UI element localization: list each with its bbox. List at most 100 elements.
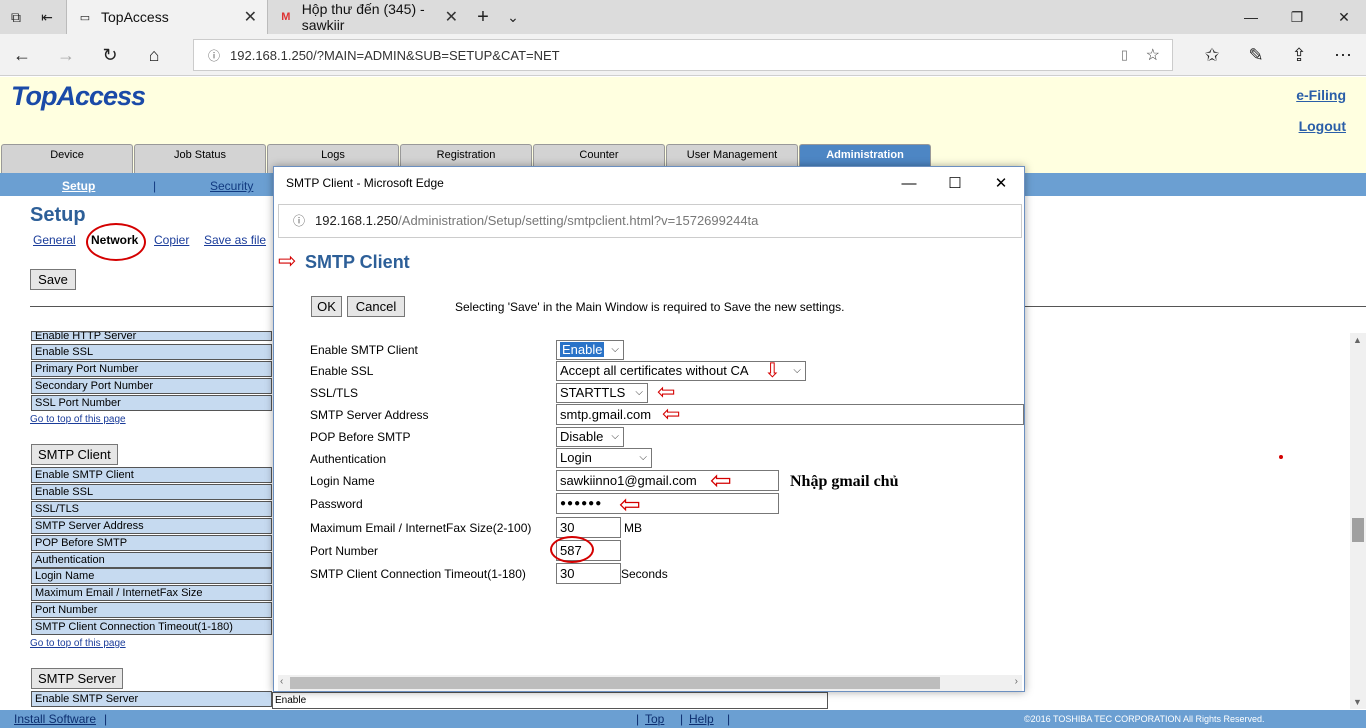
enable-smtp-server-value: Enable xyxy=(272,692,828,709)
smtp-server-button[interactable]: SMTP Server xyxy=(31,668,123,689)
scrollbar-thumb[interactable] xyxy=(290,677,940,689)
close-icon[interactable]: ✕ xyxy=(978,167,1024,199)
scroll-left-icon[interactable]: ‹ xyxy=(280,676,283,687)
install-software-link[interactable]: Install Software xyxy=(14,712,96,726)
save-button[interactable]: Save xyxy=(30,269,76,290)
restore-icon[interactable]: ❐ xyxy=(1286,6,1308,28)
list-item: Port Number xyxy=(31,602,272,618)
more-icon[interactable]: ⋯ xyxy=(1331,43,1355,67)
url-path: /Administration/Setup/setting/smtpclient… xyxy=(398,213,759,228)
logout-link[interactable]: Logout xyxy=(1299,118,1346,134)
popup-horizontal-scrollbar[interactable]: ‹ › xyxy=(278,675,1022,691)
select-value: Enable xyxy=(560,342,605,357)
ok-button[interactable]: OK xyxy=(311,296,342,317)
arrow-left-icon: ⇦ xyxy=(619,489,641,519)
refresh-icon[interactable]: ↻ xyxy=(98,43,122,67)
list-item: Login Name xyxy=(31,568,272,584)
browser-tab-bar: ⧉ ⇤ ▭ TopAccess ✕ M Hộp thư đến (345) - … xyxy=(0,0,1366,34)
top-link[interactable]: Top xyxy=(645,712,664,726)
chevron-down-icon[interactable]: ⌄ xyxy=(502,6,524,28)
smtp-client-button[interactable]: SMTP Client xyxy=(31,444,118,465)
go-to-top-link[interactable]: Go to top of this page xyxy=(30,638,126,649)
select-value: STARTTLS xyxy=(560,385,626,400)
page-title: Setup xyxy=(30,204,86,226)
label-enable-ssl: Enable SSL xyxy=(310,364,374,378)
list-item: Maximum Email / InternetFax Size xyxy=(31,585,272,601)
timeout-input[interactable]: 30 xyxy=(556,563,621,584)
close-window-icon[interactable]: ✕ xyxy=(1333,6,1355,28)
password-input[interactable]: ●●●●●● xyxy=(556,493,779,514)
arrow-left-icon: ⇦ xyxy=(710,465,732,495)
list-item: Enable SMTP Server xyxy=(31,691,272,707)
list-item: Enable SSL xyxy=(31,484,272,500)
scroll-down-icon[interactable]: ▼ xyxy=(1353,697,1362,707)
new-tab-icon[interactable]: + xyxy=(472,6,494,28)
max-size-unit: MB xyxy=(624,521,642,535)
list-item: Primary Port Number xyxy=(31,361,272,377)
tab-job-status[interactable]: Job Status xyxy=(134,144,266,173)
chevron-down-icon: ⌵ xyxy=(611,431,619,442)
forward-icon[interactable]: → xyxy=(54,43,78,67)
list-item: Secondary Port Number xyxy=(31,378,272,394)
list-item: SMTP Server Address xyxy=(31,518,272,534)
page-scrollbar[interactable]: ▲ ▼ xyxy=(1350,333,1366,709)
help-link[interactable]: Help xyxy=(689,712,714,726)
minimize-icon[interactable]: — xyxy=(886,167,932,199)
arrow-right-icon: ⇨ xyxy=(278,248,297,273)
authentication-select[interactable]: Login ⌵ xyxy=(556,448,652,468)
go-to-top-link[interactable]: Go to top of this page xyxy=(30,414,126,425)
footer-bar: Install Software | | Top | Help | ©2016 … xyxy=(0,710,1366,728)
list-item: SSL Port Number xyxy=(31,395,272,411)
url-host: 192.168.1.250 xyxy=(315,213,399,228)
ssl-tls-select[interactable]: STARTTLS ⌵ xyxy=(556,383,648,403)
subnav-setup[interactable]: Setup xyxy=(62,179,95,193)
favorites-icon[interactable]: ✩ xyxy=(1200,43,1224,67)
favorite-star-icon[interactable]: ☆ xyxy=(1146,45,1160,65)
cancel-button[interactable]: Cancel xyxy=(347,296,405,317)
link-copier[interactable]: Copier xyxy=(154,233,189,247)
close-tab-icon[interactable]: ✕ xyxy=(445,7,458,27)
share-icon[interactable]: ⇪ xyxy=(1287,43,1311,67)
smtp-server-input[interactable]: smtp.gmail.com xyxy=(556,404,1024,425)
arrow-down-icon: ⇩ xyxy=(764,360,781,382)
url-text: 192.168.1.250/?MAIN=ADMIN&SUB=SETUP&CAT=… xyxy=(230,47,560,63)
tab-device[interactable]: Device xyxy=(1,144,133,173)
popup-address-bar[interactable]: ⓘ 192.168.1.250/Administration/Setup/sett… xyxy=(278,204,1022,238)
browser-tab-gmail[interactable]: M Hộp thư đến (345) - sawkiir ✕ xyxy=(268,0,468,34)
arrow-left-icon: ⇦ xyxy=(662,401,681,426)
minimize-icon[interactable]: — xyxy=(1240,6,1262,28)
smtp-client-popup: SMTP Client - Microsoft Edge — ☐ ✕ ⓘ 192.… xyxy=(273,166,1025,692)
pop-before-smtp-select[interactable]: Disable ⌵ xyxy=(556,427,624,447)
browser-tab-topaccess[interactable]: ▭ TopAccess ✕ xyxy=(66,0,268,34)
label-smtp-server: SMTP Server Address xyxy=(310,408,429,422)
label-enable-smtp: Enable SMTP Client xyxy=(310,343,418,357)
efiling-link[interactable]: e-Filing xyxy=(1296,87,1346,103)
link-general[interactable]: General xyxy=(33,233,76,247)
back-icon[interactable]: ← xyxy=(10,43,34,67)
annotation-text: Nhập gmail chủ xyxy=(790,473,899,490)
list-item: SSL/TLS xyxy=(31,501,272,517)
reading-view-icon[interactable]: ▯ xyxy=(1121,47,1128,63)
link-save-as-file[interactable]: Save as file xyxy=(204,233,266,247)
max-size-input[interactable]: 30 xyxy=(556,517,621,538)
address-bar[interactable]: ⓘ 192.168.1.250/?MAIN=ADMIN&SUB=SETUP&CA… xyxy=(193,39,1173,71)
close-tab-icon[interactable]: ✕ xyxy=(244,7,257,27)
label-ssl-tls: SSL/TLS xyxy=(310,386,359,400)
select-value: Disable xyxy=(560,429,604,444)
enable-smtp-select[interactable]: Enable ⌵ xyxy=(556,340,624,360)
list-item: Enable HTTP Server xyxy=(31,331,272,341)
chevron-down-icon: ⌵ xyxy=(639,452,647,463)
subnav-security[interactable]: Security xyxy=(210,179,253,193)
tab-actions-icon[interactable]: ⧉ xyxy=(5,6,27,28)
scroll-right-icon[interactable]: › xyxy=(1015,676,1018,687)
scrollbar-thumb[interactable] xyxy=(1352,518,1364,542)
home-icon[interactable]: ⌂ xyxy=(142,43,166,67)
pen-icon[interactable]: ✎ xyxy=(1244,43,1268,67)
maximize-icon[interactable]: ☐ xyxy=(932,167,978,199)
login-name-input[interactable]: sawkiinno1@gmail.com xyxy=(556,470,779,491)
chevron-down-icon: ⌵ xyxy=(793,365,801,376)
set-tabs-aside-icon[interactable]: ⇤ xyxy=(36,6,58,28)
scroll-up-icon[interactable]: ▲ xyxy=(1353,335,1362,345)
separator: | xyxy=(104,712,108,726)
tab-title: Hộp thư đến (345) - sawkiir xyxy=(301,1,425,33)
